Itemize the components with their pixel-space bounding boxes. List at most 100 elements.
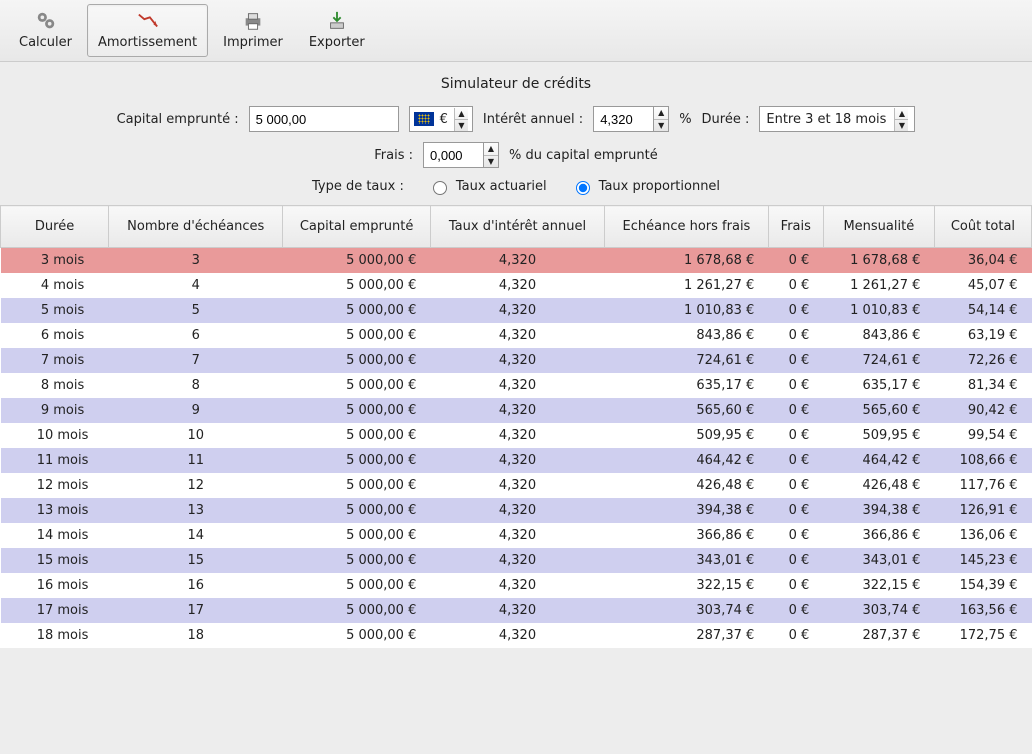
table-row[interactable]: 9 mois95 000,00 €4,320565,60 €0 €565,60 …: [1, 398, 1032, 423]
radio-actuariel[interactable]: Taux actuariel: [428, 178, 547, 195]
chevron-down-icon[interactable]: ▼: [654, 120, 668, 132]
cell-taux: 4,320: [430, 323, 604, 348]
currency-select[interactable]: € ▲ ▼: [409, 106, 473, 132]
duree-select[interactable]: Entre 3 et 18 mois ▲ ▼: [759, 106, 915, 132]
table-row[interactable]: 12 mois125 000,00 €4,320426,48 €0 €426,4…: [1, 473, 1032, 498]
cell-duree: 13 mois: [1, 498, 109, 523]
cell-duree: 10 mois: [1, 423, 109, 448]
cell-cout: 172,75 €: [934, 623, 1031, 648]
cell-capital: 5 000,00 €: [283, 273, 431, 298]
cell-frais: 0 €: [768, 348, 823, 373]
cell-capital: 5 000,00 €: [283, 598, 431, 623]
col-nb-echeances[interactable]: Nombre d'échéances: [109, 206, 283, 248]
cell-echeance: 366,86 €: [605, 523, 769, 548]
frais-spinner[interactable]: ▲ ▼: [423, 142, 499, 168]
cell-taux: 4,320: [430, 423, 604, 448]
cell-mensualite: 509,95 €: [823, 423, 934, 448]
chevron-up-icon[interactable]: ▲: [895, 108, 908, 120]
cell-taux: 4,320: [430, 398, 604, 423]
table-row[interactable]: 11 mois115 000,00 €4,320464,42 €0 €464,4…: [1, 448, 1032, 473]
cell-frais: 0 €: [768, 473, 823, 498]
col-cout-total[interactable]: Coût total: [934, 206, 1031, 248]
cell-cout: 36,04 €: [934, 248, 1031, 274]
table-row[interactable]: 15 mois155 000,00 €4,320343,01 €0 €343,0…: [1, 548, 1032, 573]
cell-mensualite: 635,17 €: [823, 373, 934, 398]
cell-capital: 5 000,00 €: [283, 323, 431, 348]
table-row[interactable]: 8 mois85 000,00 €4,320635,17 €0 €635,17 …: [1, 373, 1032, 398]
col-mensualite[interactable]: Mensualité: [823, 206, 934, 248]
radio-proportionnel[interactable]: Taux proportionnel: [571, 178, 720, 195]
cell-mensualite: 1 678,68 €: [823, 248, 934, 274]
table-row[interactable]: 6 mois65 000,00 €4,320843,86 €0 €843,86 …: [1, 323, 1032, 348]
frais-input[interactable]: [423, 142, 483, 168]
radio-actuariel-input[interactable]: [433, 181, 447, 195]
cell-frais: 0 €: [768, 373, 823, 398]
cell-frais: 0 €: [768, 448, 823, 473]
printer-icon: [241, 9, 265, 33]
cell-mensualite: 565,60 €: [823, 398, 934, 423]
cell-nb: 6: [109, 323, 283, 348]
capital-input[interactable]: [249, 106, 399, 132]
table-row[interactable]: 10 mois105 000,00 €4,320509,95 €0 €509,9…: [1, 423, 1032, 448]
results-table: Durée Nombre d'échéances Capital emprunt…: [0, 205, 1032, 648]
cell-taux: 4,320: [430, 248, 604, 274]
cell-mensualite: 724,61 €: [823, 348, 934, 373]
table-row[interactable]: 17 mois175 000,00 €4,320303,74 €0 €303,7…: [1, 598, 1032, 623]
cell-duree: 11 mois: [1, 448, 109, 473]
col-capital[interactable]: Capital emprunté: [283, 206, 431, 248]
chevron-up-icon[interactable]: ▲: [484, 143, 498, 156]
cell-mensualite: 366,86 €: [823, 523, 934, 548]
cell-echeance: 843,86 €: [605, 323, 769, 348]
table-row[interactable]: 4 mois45 000,00 €4,3201 261,27 €0 €1 261…: [1, 273, 1032, 298]
col-frais[interactable]: Frais: [768, 206, 823, 248]
table-row[interactable]: 7 mois75 000,00 €4,320724,61 €0 €724,61 …: [1, 348, 1032, 373]
table-row[interactable]: 5 mois55 000,00 €4,3201 010,83 €0 €1 010…: [1, 298, 1032, 323]
cell-duree: 9 mois: [1, 398, 109, 423]
table-row[interactable]: 14 mois145 000,00 €4,320366,86 €0 €366,8…: [1, 523, 1032, 548]
cell-nb: 11: [109, 448, 283, 473]
cell-nb: 3: [109, 248, 283, 274]
chevron-down-icon[interactable]: ▼: [455, 120, 468, 131]
chevron-up-icon[interactable]: ▲: [654, 107, 668, 120]
cell-cout: 99,54 €: [934, 423, 1031, 448]
form-row-2: Frais : ▲ ▼ % du capital emprunté: [20, 142, 1012, 168]
gears-icon: [34, 9, 58, 33]
chevron-down-icon[interactable]: ▼: [895, 120, 908, 131]
cell-echeance: 287,37 €: [605, 623, 769, 648]
exporter-button[interactable]: Exporter: [298, 4, 376, 57]
cell-capital: 5 000,00 €: [283, 548, 431, 573]
cell-capital: 5 000,00 €: [283, 623, 431, 648]
cell-frais: 0 €: [768, 548, 823, 573]
calculer-label: Calculer: [19, 35, 72, 50]
chevron-down-icon[interactable]: ▼: [484, 156, 498, 168]
table-body: 3 mois35 000,00 €4,3201 678,68 €0 €1 678…: [1, 248, 1032, 649]
cell-mensualite: 1 261,27 €: [823, 273, 934, 298]
calculer-button[interactable]: Calculer: [8, 4, 83, 57]
col-echeance-hf[interactable]: Echéance hors frais: [605, 206, 769, 248]
cell-taux: 4,320: [430, 573, 604, 598]
table-row[interactable]: 13 mois135 000,00 €4,320394,38 €0 €394,3…: [1, 498, 1032, 523]
cell-duree: 17 mois: [1, 598, 109, 623]
cell-echeance: 303,74 €: [605, 598, 769, 623]
table-row[interactable]: 18 mois185 000,00 €4,320287,37 €0 €287,3…: [1, 623, 1032, 648]
cell-nb: 10: [109, 423, 283, 448]
cell-duree: 7 mois: [1, 348, 109, 373]
col-duree[interactable]: Durée: [1, 206, 109, 248]
cell-capital: 5 000,00 €: [283, 423, 431, 448]
cell-duree: 18 mois: [1, 623, 109, 648]
capital-label: Capital emprunté :: [117, 112, 239, 127]
imprimer-button[interactable]: Imprimer: [212, 4, 294, 57]
cell-mensualite: 426,48 €: [823, 473, 934, 498]
cell-frais: 0 €: [768, 598, 823, 623]
cell-taux: 4,320: [430, 473, 604, 498]
table-row[interactable]: 16 mois165 000,00 €4,320322,15 €0 €322,1…: [1, 573, 1032, 598]
radio-proportionnel-input[interactable]: [576, 181, 590, 195]
amortissement-button[interactable]: Amortissement: [87, 4, 208, 57]
col-taux[interactable]: Taux d'intérêt annuel: [430, 206, 604, 248]
chevron-up-icon[interactable]: ▲: [455, 108, 468, 120]
cell-nb: 4: [109, 273, 283, 298]
interet-input[interactable]: [593, 106, 653, 132]
cell-echeance: 1 678,68 €: [605, 248, 769, 274]
interet-spinner[interactable]: ▲ ▼: [593, 106, 669, 132]
table-row[interactable]: 3 mois35 000,00 €4,3201 678,68 €0 €1 678…: [1, 248, 1032, 274]
